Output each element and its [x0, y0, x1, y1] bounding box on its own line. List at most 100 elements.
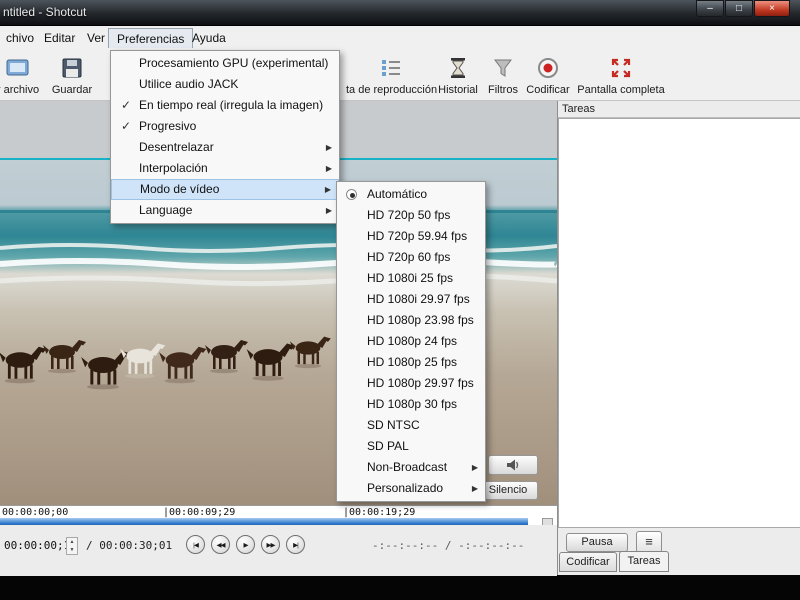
toolbar-label: Guardar	[46, 84, 98, 96]
menu-item-label: Progresivo	[139, 119, 196, 133]
task-menu-button[interactable]: ≡	[636, 531, 662, 553]
play-button[interactable]: ▶	[236, 535, 255, 554]
duration-display: / 00:00:30;01	[86, 539, 172, 552]
submenu-item-1080i25[interactable]: HD 1080i 25 fps	[337, 268, 485, 289]
submenu-item-720p5994[interactable]: HD 720p 59.94 fps	[337, 226, 485, 247]
menu-item-gpu[interactable]: Procesamiento GPU (experimental)	[111, 53, 339, 74]
submenu-item-label: Personalizado	[367, 481, 443, 495]
timeline-ruler: 00:00:00;00 |00:00:09;29 |00:00:19;29	[0, 505, 557, 525]
selection-time-display: -:--:--:-- / -:--:--:--	[372, 539, 524, 552]
menu-item-label: Utilice audio JACK	[139, 77, 238, 91]
preferences-dropdown-menu: Procesamiento GPU (experimental) Utilice…	[110, 50, 340, 224]
fast-forward-button[interactable]: ▶▶	[261, 535, 280, 554]
tab-codificar[interactable]: Codificar	[559, 552, 617, 572]
menu-item-label: Modo de vídeo	[140, 182, 219, 196]
submenu-item-1080p2997[interactable]: HD 1080p 29.97 fps	[337, 373, 485, 394]
submenu-arrow-icon: ▶	[326, 158, 332, 179]
submenu-item-label: HD 720p 50 fps	[367, 208, 450, 222]
toolbar-save-button[interactable]: Guardar	[46, 54, 98, 96]
submenu-arrow-icon: ▶	[326, 200, 332, 221]
submenu-item-sd-pal[interactable]: SD PAL	[337, 436, 485, 457]
submenu-item-label: HD 1080p 30 fps	[367, 397, 457, 411]
transport-buttons: |◀ ◀◀ ▶ ▶▶ ▶|	[186, 535, 305, 554]
toolbar-label: Pantalla completa	[576, 84, 666, 96]
submenu-item-non-broadcast[interactable]: Non-Broadcast▶	[337, 457, 485, 478]
menu-item-realtime[interactable]: ✓ En tiempo real (irregula la imagen)	[111, 95, 339, 116]
shotcut-window: ntitled - Shotcut – □ × chivo Editar Ver…	[0, 0, 800, 600]
close-button[interactable]: ×	[754, 0, 790, 17]
menu-item-jack[interactable]: Utilice audio JACK	[111, 74, 339, 95]
submenu-item-720p60[interactable]: HD 720p 60 fps	[337, 247, 485, 268]
submenu-item-label: HD 1080p 23.98 fps	[367, 313, 474, 327]
tasks-list-empty	[558, 118, 800, 528]
menu-item-interpolation[interactable]: Interpolación▶	[111, 158, 339, 179]
mute-button[interactable]: Silencio	[478, 481, 538, 500]
submenu-item-1080i2997[interactable]: HD 1080i 29.97 fps	[337, 289, 485, 310]
menu-editar[interactable]: Editar	[36, 28, 83, 48]
playlist-icon	[346, 54, 436, 82]
timeline-tick: |00:00:19;29	[343, 507, 415, 518]
submenu-item-label: SD NTSC	[367, 418, 420, 432]
menu-item-label: Procesamiento GPU (experimental)	[139, 56, 328, 70]
submenu-arrow-icon: ▶	[472, 478, 478, 499]
submenu-item-personalizado[interactable]: Personalizado ▶	[337, 478, 485, 499]
fullscreen-icon	[576, 54, 666, 82]
submenu-item-label: HD 720p 60 fps	[367, 250, 450, 264]
submenu-item-label: HD 1080p 25 fps	[367, 355, 457, 369]
submenu-item-720p50[interactable]: HD 720p 50 fps	[337, 205, 485, 226]
rewind-button[interactable]: ◀◀	[211, 535, 230, 554]
pause-button[interactable]: Pausa	[566, 533, 628, 552]
menu-bar: chivo Editar Ver Preferencias Ayuda	[0, 26, 800, 50]
toolbar-history-button[interactable]: Historial	[434, 54, 482, 96]
timeline-tick: |00:00:09;29	[163, 507, 235, 518]
title-bar: ntitled - Shotcut – □ ×	[0, 0, 800, 26]
submenu-item-automatico[interactable]: Automático	[337, 184, 485, 205]
toolbar-label: Codificar	[524, 84, 572, 96]
toolbar-open-file-button[interactable]: r archivo	[0, 54, 44, 96]
skip-start-button[interactable]: |◀	[186, 535, 205, 554]
submenu-item-1080p30[interactable]: HD 1080p 30 fps	[337, 394, 485, 415]
submenu-item-label: HD 1080i 25 fps	[367, 271, 453, 285]
volume-button[interactable]	[488, 455, 538, 475]
submenu-item-label: SD PAL	[367, 439, 409, 453]
radio-selected-icon	[346, 189, 357, 200]
open-file-icon	[0, 54, 44, 82]
menu-item-video-mode[interactable]: Modo de vídeo ▶	[111, 179, 339, 200]
record-icon	[524, 54, 572, 82]
checkmark-icon: ✓	[119, 116, 133, 137]
spinner-up-icon[interactable]: ▲	[67, 538, 77, 546]
toolbar-label: ta de reproducción	[346, 84, 436, 96]
checkmark-icon: ✓	[119, 95, 133, 116]
submenu-item-sd-ntsc[interactable]: SD NTSC	[337, 415, 485, 436]
submenu-item-label: HD 720p 59.94 fps	[367, 229, 467, 243]
menu-item-deinterlace[interactable]: Desentrelazar▶	[111, 137, 339, 158]
submenu-item-1080p24[interactable]: HD 1080p 24 fps	[337, 331, 485, 352]
window-title: ntitled - Shotcut	[3, 5, 86, 19]
toolbar-playlist-button[interactable]: ta de reproducción	[346, 54, 436, 96]
submenu-item-1080p2398[interactable]: HD 1080p 23.98 fps	[337, 310, 485, 331]
submenu-item-label: HD 1080p 29.97 fps	[367, 376, 474, 390]
skip-end-button[interactable]: ▶|	[286, 535, 305, 554]
tab-tareas[interactable]: Tareas	[619, 551, 669, 572]
menu-item-language[interactable]: Language ▶	[111, 200, 339, 221]
toolbar-encode-button[interactable]: Codificar	[524, 54, 572, 96]
window-controls: – □ ×	[696, 0, 790, 17]
spinner-down-icon[interactable]: ▼	[67, 546, 77, 554]
time-spinner[interactable]: ▲ ▼	[66, 537, 78, 555]
submenu-arrow-icon: ▶	[325, 180, 331, 199]
speaker-icon	[505, 458, 521, 472]
menu-ayuda[interactable]: Ayuda	[184, 28, 234, 48]
menu-item-label: Language	[139, 203, 192, 217]
menu-item-label: En tiempo real (irregula la imagen)	[139, 98, 323, 112]
toolbar-filters-button[interactable]: Filtros	[482, 54, 524, 96]
submenu-item-label: HD 1080i 29.97 fps	[367, 292, 470, 306]
submenu-item-1080p25[interactable]: HD 1080p 25 fps	[337, 352, 485, 373]
menu-preferencias[interactable]: Preferencias	[108, 28, 193, 48]
taskbar-black-strip	[0, 576, 800, 600]
toolbar-fullscreen-button[interactable]: Pantalla completa	[576, 54, 666, 96]
minimize-button[interactable]: –	[696, 0, 724, 17]
maximize-button[interactable]: □	[725, 0, 753, 17]
menu-item-progressive[interactable]: ✓ Progresivo	[111, 116, 339, 137]
filters-funnel-icon	[482, 54, 524, 82]
tasks-panel-header: Tareas	[558, 101, 800, 118]
